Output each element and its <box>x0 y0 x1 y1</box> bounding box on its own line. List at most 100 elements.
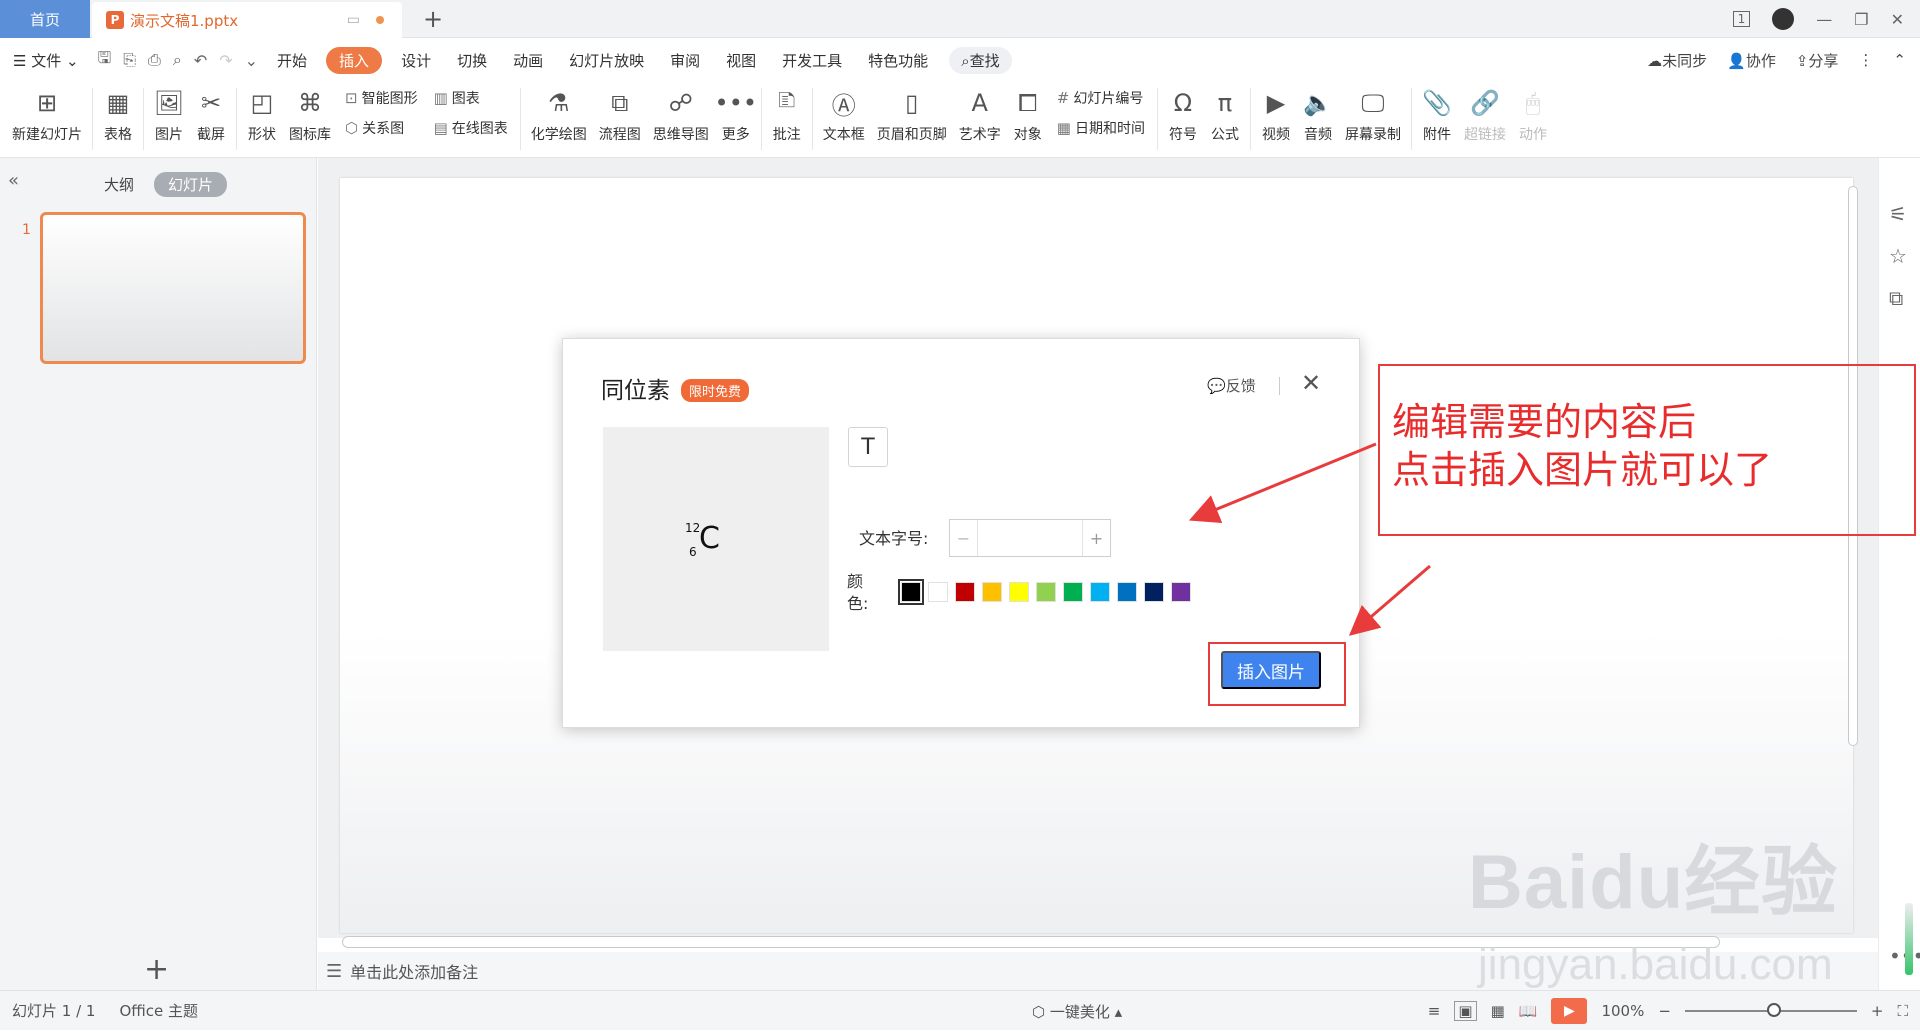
icon-lib-button[interactable]: ⌘ 图标库 <box>283 82 337 144</box>
avatar[interactable] <box>1772 8 1795 30</box>
audio-button[interactable]: 🔈 音频 <box>1297 82 1339 144</box>
sidebar-copy-icon[interactable]: ⧉ <box>1889 286 1903 310</box>
picture-button[interactable]: 🖼 图片 <box>148 82 190 144</box>
chart-button[interactable]: ▥ 图表 <box>434 88 508 108</box>
menu-tab-view[interactable]: 视图 <box>713 50 769 71</box>
add-slide-button[interactable]: + <box>144 952 169 987</box>
formula-button[interactable]: π 公式 <box>1204 82 1246 144</box>
monitor-icon[interactable]: ▭ <box>347 12 360 28</box>
restore-icon[interactable]: ❐ <box>1854 10 1868 29</box>
color-swatch[interactable] <box>1171 582 1191 602</box>
sync-button[interactable]: ☁未同步 <box>1647 50 1707 71</box>
feedback-button[interactable]: 💬反馈 <box>1207 375 1256 396</box>
normal-view-icon[interactable]: ▣ <box>1454 1001 1477 1021</box>
table-button[interactable]: ▦ 表格 <box>97 82 139 144</box>
reading-view-icon[interactable]: 📖 <box>1519 1002 1538 1020</box>
color-swatch[interactable] <box>1090 582 1110 602</box>
video-button[interactable]: ▶ 视频 <box>1255 82 1297 144</box>
menu-tab-insert[interactable]: 插入 <box>326 46 383 74</box>
document-tab[interactable]: P 演示文稿1.pptx ▭ <box>92 2 402 38</box>
close-icon[interactable]: ✕ <box>1301 369 1321 397</box>
symbol-button[interactable]: Ω 符号 <box>1162 82 1204 144</box>
customize-icon[interactable]: ⌄ <box>239 51 264 70</box>
theme-name[interactable]: Office 主题 <box>107 1000 210 1021</box>
screen-record-button[interactable]: 🖵 屏幕录制 <box>1339 82 1407 144</box>
hyperlink-button[interactable]: 🔗 超链接 <box>1458 82 1512 144</box>
menu-tab-developer[interactable]: 开发工具 <box>769 50 855 71</box>
decrease-button[interactable]: − <box>950 520 978 556</box>
color-swatch[interactable] <box>982 582 1002 602</box>
collab-button[interactable]: 👤协作 <box>1727 50 1776 71</box>
notes-toggle-icon[interactable]: ≡ <box>1428 1002 1441 1020</box>
undo-icon[interactable]: ↶ <box>188 51 213 70</box>
zoom-level[interactable]: 100% <box>1601 1002 1644 1020</box>
color-swatch[interactable] <box>1036 582 1056 602</box>
more-menu-icon[interactable]: ⋮ <box>1858 51 1873 69</box>
save-icon[interactable]: 🖫 <box>92 47 118 74</box>
color-swatch[interactable] <box>955 582 975 602</box>
zoom-slider[interactable] <box>1684 1003 1857 1017</box>
online-chart-button[interactable]: ▤ 在线图表 <box>434 118 508 138</box>
flow-button[interactable]: ⧉ 流程图 <box>593 82 647 144</box>
color-swatch[interactable] <box>1063 582 1083 602</box>
print-icon[interactable]: ⎙ <box>142 50 167 70</box>
wordart-button[interactable]: A 艺术字 <box>953 82 1007 144</box>
redo-icon[interactable]: ↷ <box>213 51 238 70</box>
menu-tab-transition[interactable]: 切换 <box>444 50 500 71</box>
color-swatch[interactable] <box>1144 582 1164 602</box>
zoom-slider-knob[interactable] <box>1766 1003 1781 1017</box>
color-swatch[interactable] <box>898 579 924 605</box>
menu-tab-slideshow[interactable]: 幻灯片放映 <box>556 50 657 71</box>
textbox-button[interactable]: Ⓐ 文本框 <box>817 82 871 144</box>
new-tab-button[interactable]: + <box>418 4 448 34</box>
color-swatch[interactable] <box>1117 582 1137 602</box>
preview-icon[interactable]: ⌕ <box>167 50 188 70</box>
chem-button[interactable]: ⚗ 化学绘图 <box>525 82 593 144</box>
collapse-panel-icon[interactable]: « <box>8 170 19 191</box>
tab-slides[interactable]: 幻灯片 <box>154 172 228 197</box>
home-tab[interactable]: 首页 <box>0 0 90 38</box>
datetime-button[interactable]: ▦ 日期和时间 <box>1057 118 1145 138</box>
shape-button[interactable]: ◰ 形状 <box>241 82 283 144</box>
search-button[interactable]: ⌕查找 <box>949 46 1012 74</box>
relation-button[interactable]: ⬡ 关系图 <box>345 118 418 138</box>
color-swatch[interactable] <box>928 582 948 602</box>
action-button[interactable]: 🖱 动作 <box>1512 82 1554 144</box>
tab-outline[interactable]: 大纲 <box>100 172 138 197</box>
star-icon[interactable]: ☆ <box>1889 244 1907 268</box>
smart-art-button[interactable]: ⊡ 智能图形 <box>345 88 418 108</box>
menu-tab-start[interactable]: 开始 <box>264 50 320 71</box>
increase-button[interactable]: + <box>1082 520 1110 556</box>
menu-tab-animation[interactable]: 动画 <box>500 50 556 71</box>
sorter-view-icon[interactable]: ▦ <box>1491 1002 1505 1020</box>
slide-number-button[interactable]: # 幻灯片编号 <box>1057 88 1145 108</box>
font-size-input[interactable] <box>978 520 1082 556</box>
mindmap-button[interactable]: ☍ 思维导图 <box>647 82 715 144</box>
attachment-button[interactable]: 📎 附件 <box>1416 82 1458 144</box>
play-slideshow-button[interactable]: ▶ <box>1551 998 1588 1024</box>
fit-window-icon[interactable]: ⛶ <box>1897 1002 1908 1020</box>
slide-thumbnail[interactable] <box>40 212 306 364</box>
share-button[interactable]: ⇪分享 <box>1796 50 1839 71</box>
page-indicator[interactable]: 1 <box>1732 11 1751 27</box>
minimize-icon[interactable]: — <box>1816 10 1832 29</box>
export-icon[interactable]: ⎘ <box>117 50 142 70</box>
screenshot-button[interactable]: ✂ 截屏 <box>190 82 232 144</box>
more-button[interactable]: ••• 更多 <box>715 82 757 144</box>
new-slide-button[interactable]: ⊞ 新建幻灯片 <box>6 82 88 144</box>
menu-tab-review[interactable]: 审阅 <box>657 50 713 71</box>
menu-tab-design[interactable]: 设计 <box>388 50 444 71</box>
zoom-in-icon[interactable]: + <box>1871 1002 1884 1020</box>
settings-sliders-icon[interactable]: ⚟ <box>1889 202 1907 226</box>
close-window-icon[interactable]: ✕ <box>1891 10 1904 29</box>
color-swatch[interactable] <box>1009 582 1029 602</box>
comment-button[interactable]: 🗈 批注 <box>766 82 808 144</box>
object-button[interactable]: ⧠ 对象 <box>1007 82 1049 144</box>
header-footer-button[interactable]: ▯ 页眉和页脚 <box>871 82 953 144</box>
collapse-ribbon-icon[interactable]: ⌃ <box>1893 51 1906 69</box>
text-tool-button[interactable]: T <box>848 427 888 467</box>
zoom-out-icon[interactable]: − <box>1658 1002 1671 1020</box>
menu-tab-features[interactable]: 特色功能 <box>855 50 941 71</box>
beautify-button[interactable]: ⬡ 一键美化 ▴ <box>1032 1001 1122 1022</box>
file-menu[interactable]: ☰ 文件 ⌄ <box>0 50 92 71</box>
